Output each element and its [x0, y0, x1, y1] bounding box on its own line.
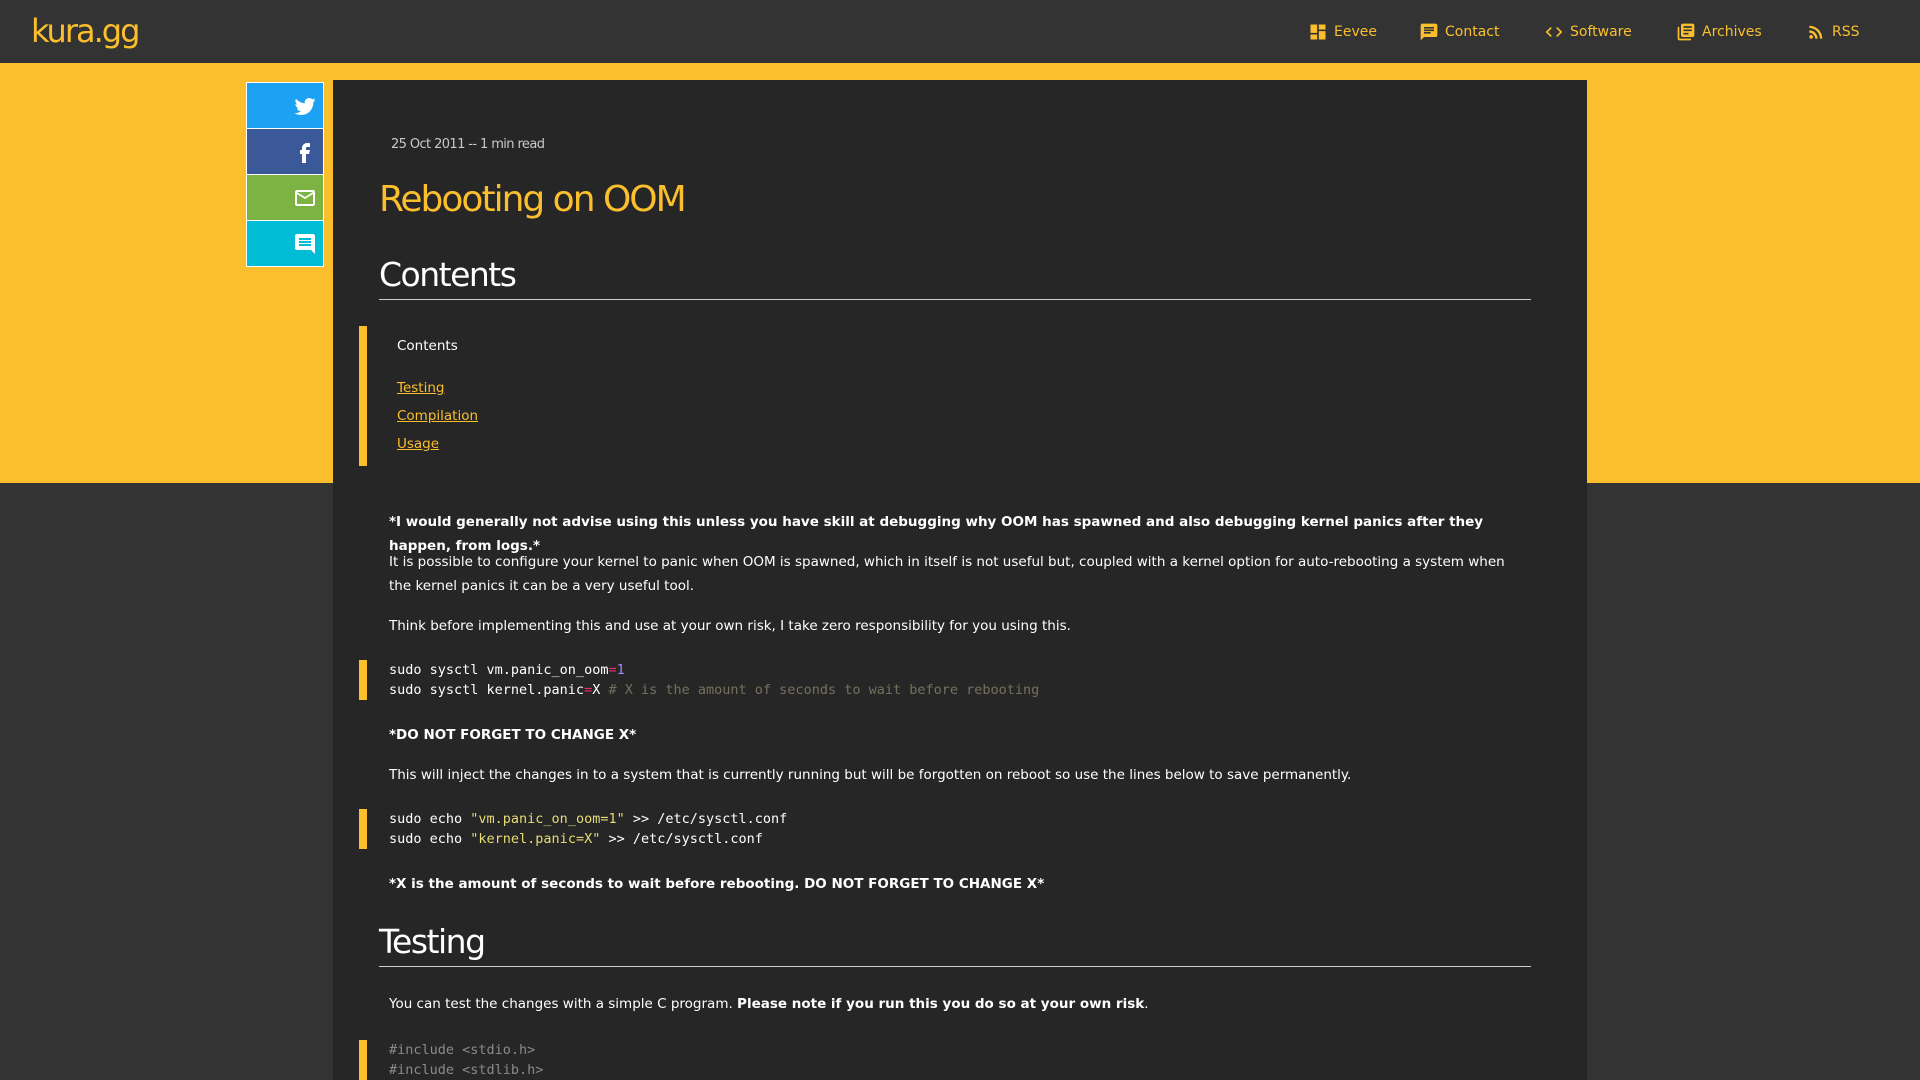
library-icon — [1677, 23, 1695, 41]
code-block-sysctl: sudo sysctl vm.panic_on_oom=1 sudo sysct… — [359, 660, 1039, 700]
code-comment: # X is the amount of seconds to wait bef… — [608, 682, 1040, 698]
toc-link-compilation[interactable]: Compilation — [397, 408, 478, 424]
code-operator: = — [584, 682, 593, 698]
code-value: X — [592, 682, 601, 698]
post-meta: 25 Oct 2011 -- 1 min read — [391, 137, 545, 152]
share-comment-button[interactable] — [247, 221, 323, 266]
nav-item-label: Software — [1570, 24, 1632, 40]
testing-text: You can test the changes with a simple C… — [389, 992, 1509, 1016]
toc-link-testing[interactable]: Testing — [397, 380, 444, 396]
code-block-sysctl-conf: sudo echo "vm.panic_on_oom=1" >> /etc/sy… — [359, 809, 787, 849]
post-card: 25 Oct 2011 -- 1 min read Rebooting on O… — [333, 80, 1587, 1080]
code-operator: = — [608, 662, 617, 678]
nav-item-rss[interactable]: RSS — [1806, 22, 1860, 42]
code-line: sudo sysctl vm.panic_on_oom — [389, 662, 609, 678]
nav-item-software[interactable]: Software — [1544, 22, 1632, 42]
nav-item-contact[interactable]: Contact — [1419, 22, 1499, 42]
code-line: #include <stdio.h> — [389, 1042, 536, 1058]
testing-text-bold: Please note if you run this you do so at… — [737, 996, 1145, 1012]
nav-item-eevee[interactable]: Eevee — [1308, 22, 1377, 42]
x-note-text: *X is the amount of seconds to wait befo… — [389, 876, 1045, 892]
contents-heading: Contents — [379, 253, 1531, 300]
top-nav: kura.gg Eevee Contact Software Archives … — [0, 0, 1920, 63]
twitter-icon — [294, 97, 316, 115]
nav-item-label: Archives — [1702, 24, 1762, 40]
site-logo[interactable]: kura.gg — [31, 12, 140, 50]
intro-text: It is possible to configure your kernel … — [389, 554, 1505, 594]
share-email-button[interactable] — [247, 175, 323, 221]
nav-item-label: Eevee — [1334, 24, 1377, 40]
think-text: Think before implementing this and use a… — [389, 618, 1071, 634]
toc-title: Contents — [397, 338, 458, 354]
testing-text-plain: You can test the changes with a simple C… — [389, 996, 738, 1012]
comment-icon — [295, 233, 315, 254]
facebook-icon — [300, 142, 310, 163]
nav-item-label: Contact — [1445, 24, 1500, 40]
dont-forget-text: *DO NOT FORGET TO CHANGE X* — [389, 727, 637, 743]
toc-box: Contents Testing Compilation Usage — [359, 326, 478, 466]
nav-item-archives[interactable]: Archives — [1676, 22, 1762, 42]
code-line: >> /etc/sysctl.conf — [624, 811, 788, 827]
code-string: "kernel.panic=X" — [470, 831, 601, 847]
code-number: 1 — [616, 662, 625, 678]
share-bar — [246, 82, 324, 267]
code-string: "vm.panic_on_oom=1" — [470, 811, 625, 827]
chat-icon — [1420, 23, 1438, 41]
code-line: sudo echo — [389, 831, 471, 847]
mail-icon — [295, 189, 315, 206]
toc-link-usage[interactable]: Usage — [397, 436, 439, 452]
dashboard-icon — [1310, 24, 1326, 40]
code-icon — [1545, 27, 1563, 37]
inject-text: This will inject the changes in to a sys… — [389, 767, 1352, 783]
share-twitter-button[interactable] — [247, 83, 323, 129]
testing-text-end: . — [1144, 996, 1149, 1012]
code-line: sudo echo — [389, 811, 471, 827]
rss-icon — [1809, 25, 1823, 39]
code-line: >> /etc/sysctl.conf — [600, 831, 763, 847]
code-block-c: #include <stdio.h> #include <stdlib.h> — [359, 1040, 543, 1080]
code-line: sudo sysctl kernel.panic — [389, 682, 585, 698]
share-facebook-button[interactable] — [247, 129, 323, 175]
testing-heading: Testing — [379, 920, 1531, 967]
post-title: Rebooting on OOM — [379, 179, 687, 220]
code-line: #include <stdlib.h> — [389, 1062, 544, 1078]
nav-item-label: RSS — [1832, 24, 1860, 40]
